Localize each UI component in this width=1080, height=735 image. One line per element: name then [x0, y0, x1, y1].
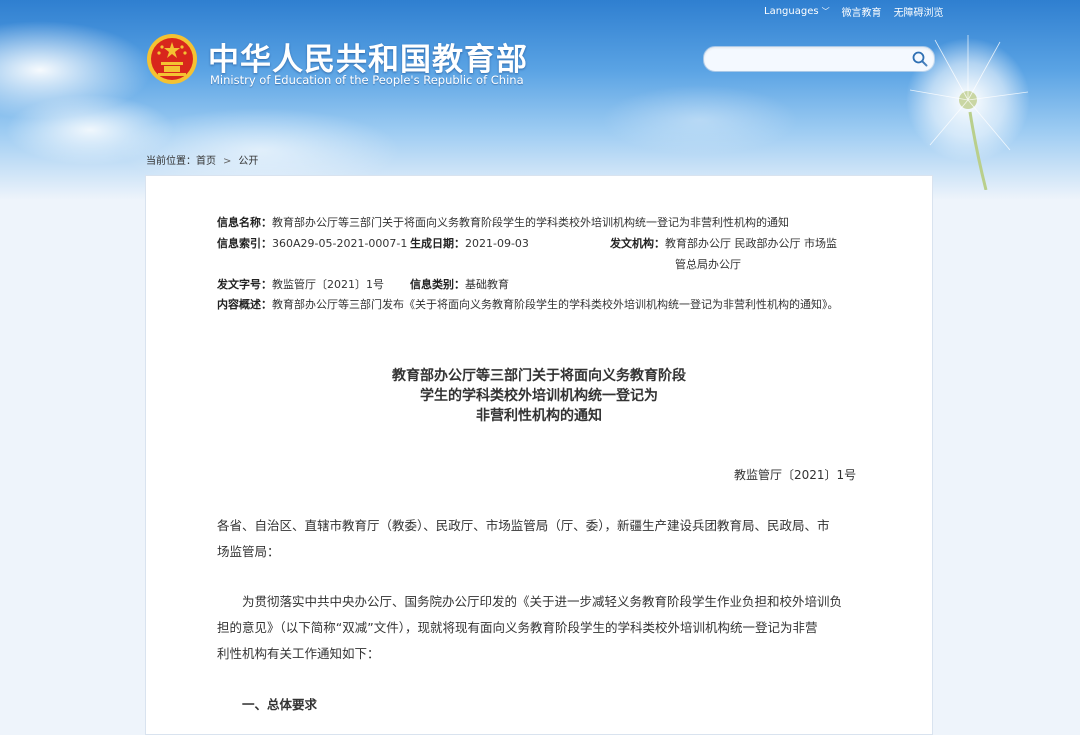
meta-index-label: 信息索引： [217, 237, 272, 250]
breadcrumb-prefix: 当前位置： [146, 156, 196, 167]
meta-name-value: 教育部办公厅等三部门关于将面向义务教育阶段学生的学科类校外培训机构统一登记为非营… [272, 216, 789, 229]
meta-index-value: 360A29-05-2021-0007-1 [272, 237, 408, 250]
paragraph-line: 为贯彻落实中共中央办公厅、国务院办公厅印发的《关于进一步减轻义务教育阶段学生作业… [217, 594, 843, 609]
breadcrumb-current[interactable]: 公开 [238, 156, 258, 167]
meta-category-label: 信息类别： [410, 278, 465, 291]
meta-issuer-row: 发文机构：教育部办公厅 民政部办公厅 市场监 [610, 237, 837, 251]
breadcrumb: 当前位置：首页 > 公开 [146, 152, 258, 167]
meta-category-value: 基础教育 [465, 278, 509, 291]
document-number: 教监管厅〔2021〕1号 [734, 468, 857, 482]
breadcrumb-home[interactable]: 首页 [196, 156, 216, 167]
meta-name-label: 信息名称： [217, 216, 272, 229]
meta-name-row: 信息名称：教育部办公厅等三部门关于将面向义务教育阶段学生的学科类校外培训机构统一… [217, 216, 789, 230]
meta-index-row: 信息索引：360A29-05-2021-0007-1 [217, 237, 407, 251]
weibo-link[interactable]: 微言教育 [842, 4, 882, 19]
chevron-down-icon: ﹀ [821, 7, 830, 16]
document-title: 教育部办公厅等三部门关于将面向义务教育阶段 学生的学科类校外培训机构统一登记为 … [215, 366, 863, 426]
meta-category-row: 信息类别：基础教育 [410, 278, 509, 292]
meta-summary-value: 教育部办公厅等三部门发布《关于将面向义务教育阶段学生的学科类校外培训机构统一登记… [272, 298, 839, 311]
paragraph-line: 担的意见》（以下简称“双减”文件），现就将现有面向义务教育阶段学生的学科类校外培… [217, 620, 818, 635]
meta-docno-value: 教监管厅〔2021〕1号 [272, 278, 384, 291]
section-heading: 一、总体要求 [242, 697, 318, 712]
meta-date-value: 2021-09-03 [465, 237, 529, 250]
chevron-right-icon: > [223, 156, 232, 167]
document-title-line: 学生的学科类校外培训机构统一登记为 [420, 388, 658, 404]
paragraph-line: 场监管局： [217, 544, 280, 559]
document-title-line: 教育部办公厅等三部门关于将面向义务教育阶段 [392, 368, 686, 384]
addressee-paragraph: 各省、自治区、直辖市教育厅（教委）、民政厅、市场监管局（厅、委），新疆生产建设兵… [217, 513, 867, 565]
meta-summary-row: 内容概述：教育部办公厅等三部门发布《关于将面向义务教育阶段学生的学科类校外培训机… [217, 298, 839, 312]
meta-docno-row: 发文字号：教监管厅〔2021〕1号 [217, 278, 384, 292]
dandelion-decoration-icon [906, 35, 1030, 190]
meta-issuer-value: 教育部办公厅 民政部办公厅 市场监 [665, 237, 837, 250]
meta-issuer-label: 发文机构： [610, 237, 665, 250]
national-emblem-icon [147, 34, 197, 84]
meta-date-row: 生成日期：2021-09-03 [410, 237, 529, 251]
header-banner: Languages ﹀ 微言教育 无障碍浏览 中华人民共和国教育部 Ministr… [0, 0, 1080, 200]
meta-docno-label: 发文字号： [217, 278, 272, 291]
meta-summary-label: 内容概述： [217, 298, 272, 311]
paragraph-line: 利性机构有关工作通知如下： [217, 646, 380, 661]
paragraph-line: 各省、自治区、直辖市教育厅（教委）、民政厅、市场监管局（厅、委），新疆生产建设兵… [217, 518, 830, 533]
top-nav: Languages ﹀ 微言教育 无障碍浏览 [764, 4, 944, 19]
site-subtitle: Ministry of Education of the People's Re… [210, 73, 524, 87]
intro-paragraph: 为贯彻落实中共中央办公厅、国务院办公厅印发的《关于进一步减轻义务教育阶段学生作业… [217, 589, 867, 667]
meta-issuer-value-2: 管总局办公厅 [675, 258, 741, 271]
meta-date-label: 生成日期： [410, 237, 465, 250]
accessibility-link[interactable]: 无障碍浏览 [894, 4, 944, 19]
document-title-line: 非营利性机构的通知 [476, 408, 602, 424]
meta-issuer-row-2: 管总局办公厅 [675, 258, 741, 272]
languages-link[interactable]: Languages ﹀ [764, 6, 830, 17]
search-input[interactable] [714, 47, 918, 71]
